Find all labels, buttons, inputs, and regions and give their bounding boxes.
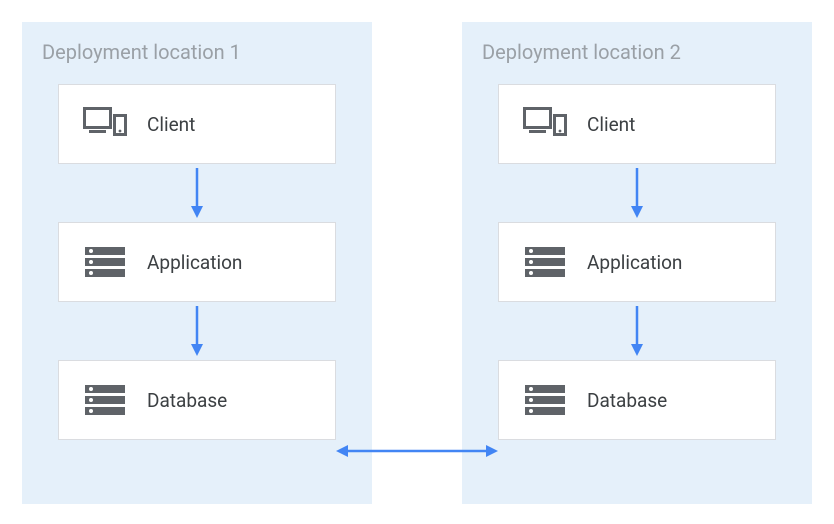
application-node: Application — [498, 222, 776, 302]
node-label: Application — [147, 251, 242, 274]
server-icon — [521, 238, 569, 286]
application-node: Application — [58, 222, 336, 302]
bidirectional-arrow-icon — [336, 441, 498, 461]
arrow-down-icon — [58, 302, 336, 360]
panel-title: Deployment location 2 — [482, 40, 792, 64]
deployment-location-panel-1: Deployment location 1 Client — [22, 22, 372, 504]
node-label: Client — [147, 113, 195, 136]
database-node: Database — [498, 360, 776, 440]
node-label: Application — [587, 251, 682, 274]
node-label: Database — [147, 389, 227, 412]
server-icon — [521, 376, 569, 424]
server-icon — [81, 238, 129, 286]
arrow-down-icon — [58, 164, 336, 222]
client-node: Client — [58, 84, 336, 164]
client-node: Client — [498, 84, 776, 164]
server-icon — [81, 376, 129, 424]
node-label: Client — [587, 113, 635, 136]
database-node: Database — [58, 360, 336, 440]
client-icon — [521, 100, 569, 148]
arrow-down-icon — [498, 302, 776, 360]
panel-title: Deployment location 1 — [42, 40, 352, 64]
client-icon — [81, 100, 129, 148]
deployment-location-panel-2: Deployment location 2 Client — [462, 22, 812, 504]
arrow-down-icon — [498, 164, 776, 222]
node-label: Database — [587, 389, 667, 412]
